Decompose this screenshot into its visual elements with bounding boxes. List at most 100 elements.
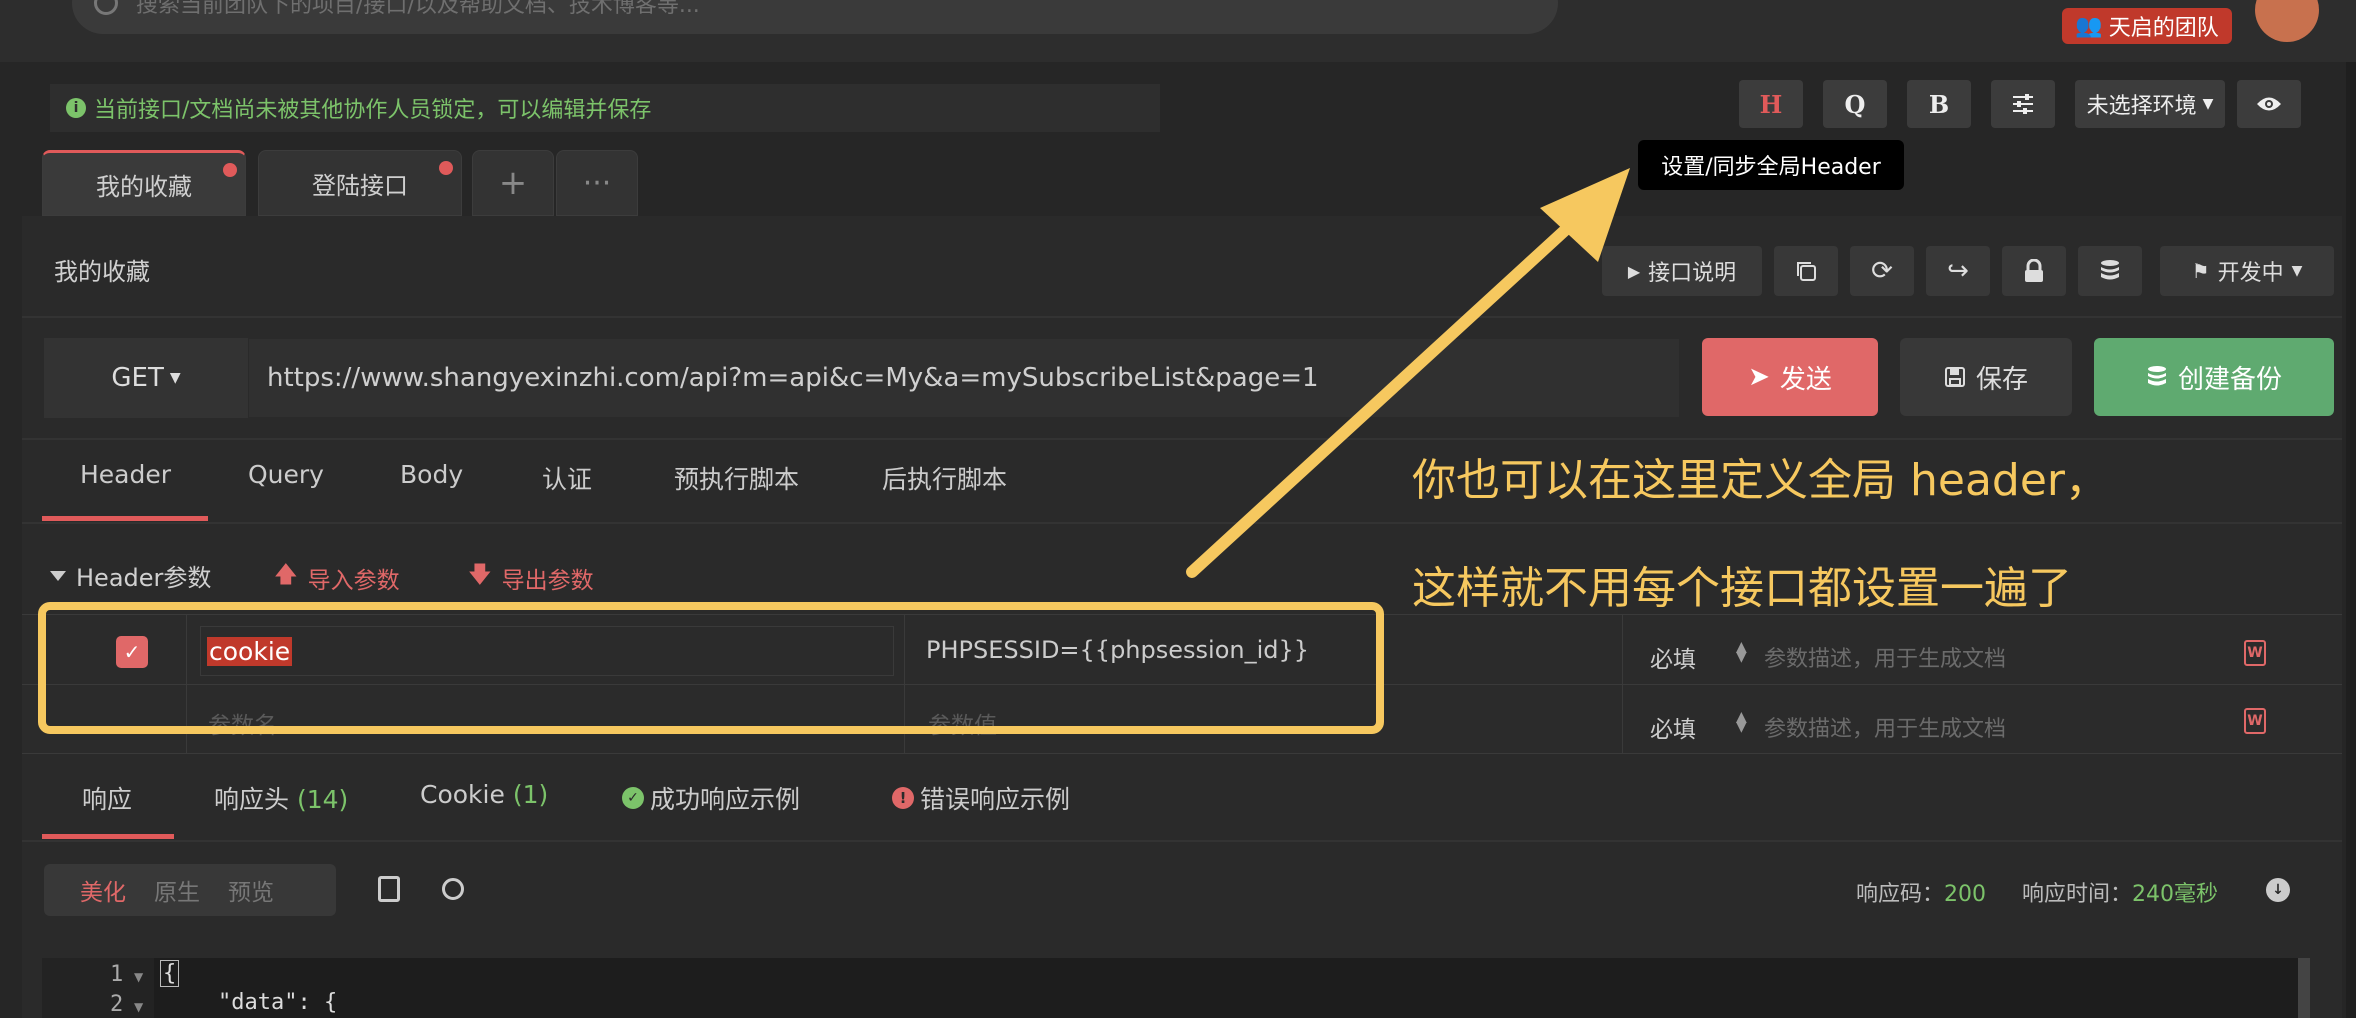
api-title: 我的收藏 <box>54 258 150 286</box>
header-params-title: Header参数 <box>76 564 212 592</box>
import-params-button[interactable]: 🡅 导入参数 <box>274 558 400 597</box>
chevron-down-icon: ▼ <box>2291 263 2303 279</box>
sort-icon: ▲ ▼ <box>1736 709 1747 735</box>
divider <box>22 840 2342 842</box>
header-params-toggle[interactable]: Header参数 <box>50 558 211 593</box>
export-params-button[interactable]: 🡇 导出参数 <box>468 558 594 597</box>
search-icon[interactable] <box>442 878 464 900</box>
lock-button[interactable] <box>2002 246 2066 296</box>
environment-select[interactable]: 未选择环境 ▼ <box>2075 80 2225 128</box>
tab-my-favorites[interactable]: 我的收藏 <box>42 150 246 216</box>
tab-auth[interactable]: 认证 <box>542 460 592 496</box>
status-label: 开发中 <box>2217 261 2284 286</box>
tab-label: 错误响应示例 <box>920 785 1071 814</box>
response-time-label: 响应时间： <box>2022 882 2133 907</box>
download-icon[interactable]: ↓ <box>2266 878 2290 902</box>
copy-button[interactable] <box>1774 246 1838 296</box>
sort-icon: ▲ ▼ <box>1736 639 1747 665</box>
unsaved-dot <box>223 163 237 177</box>
line-number: 2 <box>110 992 124 1017</box>
chevron-down-icon: ▼ <box>169 370 181 386</box>
count-badge: (14) <box>296 785 349 814</box>
refresh-icon: ⟳ <box>1871 256 1893 286</box>
code-line: "data": { <box>218 990 338 1015</box>
backup-label: 创建备份 <box>2177 364 2282 395</box>
annotation-text: 你也可以在这里定义全局 header， <box>1412 455 2109 506</box>
add-tab-button[interactable]: + <box>472 150 554 216</box>
required-select[interactable]: 必填 <box>1650 710 1696 744</box>
send-button[interactable]: ➤ 发送 <box>1702 338 1878 416</box>
export-params-label: 导出参数 <box>501 567 594 594</box>
flag-icon: ⚑ <box>2191 259 2210 283</box>
import-params-label: 导入参数 <box>307 567 400 594</box>
tab-query[interactable]: Query <box>248 460 324 489</box>
save-button[interactable]: 保存 <box>1900 338 2072 416</box>
eye-icon <box>2257 97 2281 111</box>
refresh-button[interactable]: ⟳ <box>1850 246 1914 296</box>
unsaved-dot <box>439 161 453 175</box>
required-select[interactable]: 必填 <box>1650 640 1696 674</box>
fold-icon[interactable]: ▼ <box>134 1000 143 1014</box>
annotation-text: 这样就不用每个接口都设置一遍了 <box>1412 563 2072 614</box>
global-query-button[interactable]: Q <box>1823 80 1887 128</box>
tab-success-example[interactable]: ✓ 成功响应示例 <box>622 780 800 816</box>
tab-pre-script[interactable]: 预执行脚本 <box>674 460 799 496</box>
response-time-value: 240毫秒 <box>2132 882 2219 907</box>
tab-label: 我的收藏 <box>96 172 192 201</box>
response-code-editor[interactable] <box>42 958 2298 1018</box>
lock-status-notice: i 当前接口/文档尚未被其他协作人员锁定，可以编辑并保存 <box>50 84 1160 132</box>
tab-response-headers[interactable]: 响应头 (14) <box>214 780 348 816</box>
floppy-icon <box>1944 367 1965 387</box>
view-pretty-button[interactable]: 美化 <box>80 873 126 907</box>
param-desc-input[interactable]: 参数描述，用于生成文档 <box>1764 711 2006 743</box>
global-header-button[interactable]: H <box>1739 80 1803 128</box>
arrow-down-icon: 🡇 <box>468 562 492 588</box>
tab-body[interactable]: Body <box>400 460 463 489</box>
database-button[interactable] <box>2078 246 2142 296</box>
tab-label: 成功响应示例 <box>650 785 801 814</box>
info-icon: i <box>66 98 86 118</box>
tab-label: 登陆接口 <box>312 171 408 200</box>
status-select[interactable]: ⚑ 开发中 ▼ <box>2160 246 2334 296</box>
tab-login-api[interactable]: 登陆接口 <box>258 150 462 216</box>
share-button[interactable]: ↪ <box>1926 246 1990 296</box>
divider <box>22 316 2342 318</box>
column-divider <box>1622 614 1623 754</box>
team-label: 天启的团队 <box>2108 16 2219 41</box>
play-icon: ▶ <box>1627 261 1641 281</box>
view-raw-button[interactable]: 原生 <box>154 873 200 907</box>
method-select[interactable]: GET ▼ <box>44 338 248 418</box>
scrollbar[interactable] <box>2298 958 2310 1018</box>
team-badge[interactable]: 👥 天启的团队 <box>2062 8 2232 44</box>
search-icon <box>94 0 118 15</box>
more-tabs-button[interactable]: ··· <box>556 150 638 216</box>
url-input[interactable]: https://www.shangyexinzhi.com/api?m=api&… <box>248 338 1680 418</box>
tab-label: Cookie <box>420 780 505 809</box>
create-backup-button[interactable]: 创建备份 <box>2094 338 2334 416</box>
count-badge: (1) <box>512 780 549 809</box>
fold-icon[interactable]: ▼ <box>134 970 143 984</box>
word-doc-icon[interactable]: W <box>2244 640 2266 666</box>
global-header-tooltip: 设置/同步全局Header <box>1638 140 1904 190</box>
tab-cookie[interactable]: Cookie (1) <box>420 780 548 809</box>
paper-plane-icon: ➤ <box>1748 362 1770 392</box>
global-body-button[interactable]: B <box>1907 80 1971 128</box>
active-tab-indicator <box>42 834 174 839</box>
scrollbar[interactable] <box>2346 62 2356 1018</box>
param-desc-input[interactable]: 参数描述，用于生成文档 <box>1764 641 2006 673</box>
tab-post-script[interactable]: 后执行脚本 <box>882 460 1007 496</box>
tab-error-example[interactable]: ! 错误响应示例 <box>892 780 1070 816</box>
global-search-input[interactable]: 搜索当前团队下的项目/接口/以及帮助文档、技术博客等... <box>72 0 1558 34</box>
code-line: { <box>160 960 180 987</box>
response-code: 响应码：200 <box>1856 876 1986 908</box>
method-label: GET <box>111 363 164 393</box>
tab-response[interactable]: 响应 <box>82 780 132 816</box>
eye-button[interactable] <box>2237 80 2301 128</box>
word-doc-icon[interactable]: W <box>2244 708 2266 734</box>
line-number: 1 <box>110 962 124 987</box>
sliders-button[interactable] <box>1991 80 2055 128</box>
api-doc-button[interactable]: ▶ 接口说明 <box>1602 246 1762 296</box>
view-preview-button[interactable]: 预览 <box>228 873 274 907</box>
tab-header[interactable]: Header <box>80 460 171 489</box>
copy-icon[interactable] <box>378 876 400 902</box>
